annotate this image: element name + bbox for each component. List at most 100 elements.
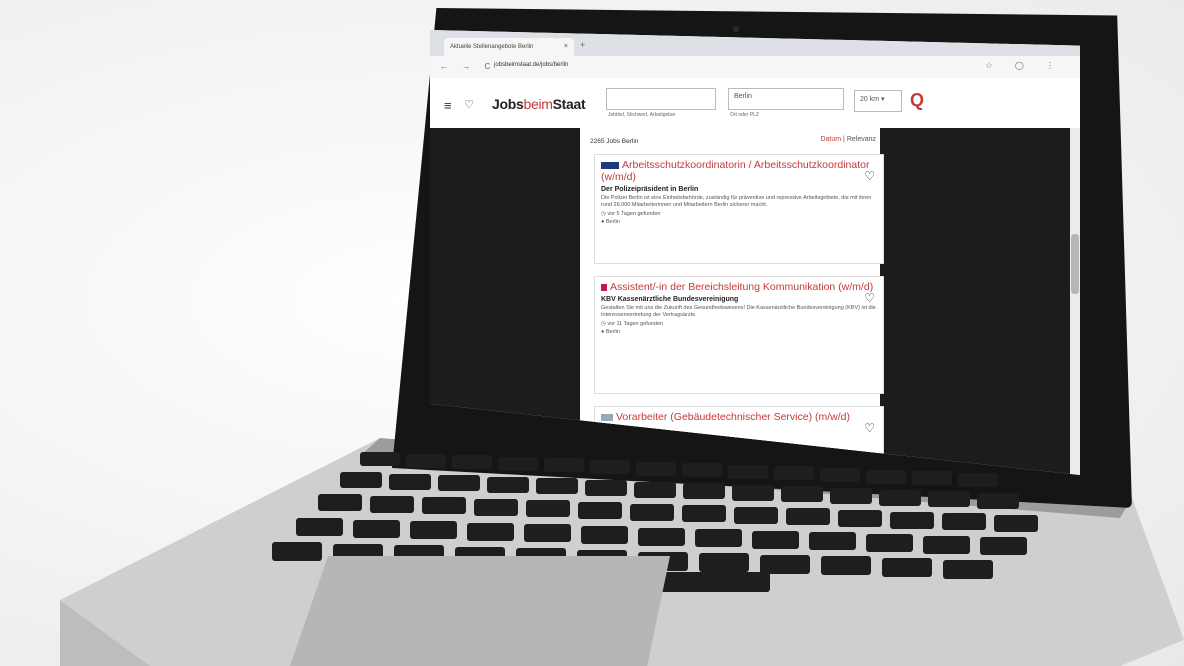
keyboard-key [728,464,768,479]
keyboard-key [452,455,492,470]
job-card[interactable]: ♡ Arbeitsschutzkoordinatorin / Arbeitssc… [594,154,884,264]
keyboard-key [487,476,529,493]
trackpad [290,556,670,666]
keyboard-key [809,532,856,551]
keyboard-key [890,511,934,529]
employer-logo-icon [601,161,619,169]
search-where-input[interactable]: Berlin [728,88,844,110]
keyboard-key [699,553,749,573]
browser-menu-icons[interactable]: ☆ ◯ ⋮ [985,61,1064,70]
job-employer: KBV Kassenärztliche Bundesvereinigung [601,296,739,303]
keyboard-key [578,502,622,519]
navigation-icons[interactable]: ← → C [440,62,496,71]
keyboard-key [340,472,382,488]
keyboard-key [630,503,674,521]
keyboard-key [590,460,630,474]
job-title[interactable]: Arbeitsschutzkoordinatorin / Arbeitsschu… [601,159,877,183]
browser-tab[interactable]: Aktuelle Stellenangebote Berlin × [444,38,574,56]
keyboard-key [406,453,446,468]
search-what-hint: Jobtitel, Stichwort, Arbeitgeber [608,112,676,118]
job-location: ● Berlin [601,329,620,335]
job-title-text: Vorarbeiter (Gebäudetechnischer Service)… [616,411,851,423]
job-location: ● Berlin [601,219,620,225]
laptop-screen: Aktuelle Stellenangebote Berlin × + — ▢ … [430,30,1080,475]
keyboard-key [786,508,830,526]
search-what-input[interactable] [606,88,716,110]
favorite-heart-icon[interactable]: ♡ [864,291,875,305]
job-title[interactable]: Vorarbeiter (Gebäudetechnischer Service)… [601,411,877,423]
job-age: ◷ vor 5 Tagen gefunden [601,211,661,217]
keyboard-key [467,522,514,541]
job-description: Die Polizei Berlin ist eine Einheitsbehö… [601,195,872,208]
browser-toolbar: ← → C jobsbeimstaat.de/jobs/berlin ☆ ◯ ⋮ [430,56,1080,79]
site-header: ≡ ♡ JobsbeimStaat Jobtitel, Stichwort, A… [430,78,1080,128]
keyboard-key [752,530,799,549]
keyboard-key [774,466,814,481]
employer-logo-icon [601,413,613,421]
job-title-text: Arbeitsschutzkoordinatorin / Arbeitsschu… [601,159,870,183]
radius-value: 20 km [860,96,880,103]
webcam [733,26,739,32]
site-logo[interactable]: JobsbeimStaat [492,96,586,112]
keyboard-key [683,483,725,500]
new-tab-button[interactable]: + [580,40,585,50]
keyboard-key [695,529,742,548]
keyboard-key [536,478,578,495]
keyboard-key [422,497,466,515]
logo-jobs: Jobs [492,96,524,112]
keyboard-key [943,559,993,579]
tab-title: Aktuelle Stellenangebote Berlin [450,44,534,50]
sort-separator: | [843,136,845,143]
search-where-hint: Ort oder PLZ [730,112,759,118]
favorites-heart-icon[interactable]: ♡ [464,98,474,111]
scrollbar[interactable] [1070,128,1080,475]
logo-staat: Staat [552,96,586,112]
photo-scene: Aktuelle Stellenangebote Berlin × + — ▢ … [0,0,1184,666]
keyboard-key [994,514,1038,532]
close-icon[interactable]: × [564,38,568,56]
favorite-heart-icon[interactable]: ♡ [864,169,875,183]
keyboard-key [682,505,726,523]
job-age-text: vor 11 Tagen gefunden [607,321,664,327]
keyboard-key [882,558,932,577]
keyboard-key [634,481,676,498]
sort-date[interactable]: Datum [820,136,841,143]
search-icon[interactable]: Q [910,90,924,111]
keyboard-key [638,527,685,546]
right-margin [870,128,1070,475]
keyboard-key [682,463,722,478]
keyboard-key [866,534,913,552]
keyboard-key [272,542,322,561]
radius-select[interactable]: 20 km ▾ [854,90,902,112]
address-bar[interactable]: jobsbeimstaat.de/jobs/berlin [494,62,568,68]
keyboard-key [389,473,431,490]
scroll-thumb[interactable] [1071,234,1079,294]
job-age: ◷ vor 11 Tagen gefunden [601,321,664,327]
favorite-heart-icon[interactable]: ♡ [864,421,875,435]
keyboard-key [912,471,952,486]
result-count: 2265 Jobs Berlin [590,138,639,145]
keyboard-key [581,526,628,544]
keyboard-key [585,480,627,496]
menu-icon[interactable]: ≡ [444,98,452,113]
job-location-text: Berlin [605,329,620,335]
keyboard-key [296,518,343,536]
keyboard-key [474,498,518,516]
keyboard-key [526,500,570,518]
keyboard-key [866,469,906,484]
keyboard-key [838,510,882,527]
sort-options: Datum | Relevanz [820,136,876,143]
keyboard-key [636,461,676,476]
logo-beim: beim [523,96,553,112]
job-title[interactable]: Assistent/-in der Bereichsleitung Kommun… [601,281,877,293]
sort-relevance[interactable]: Relevanz [847,136,876,143]
job-location-text: Berlin [605,219,620,225]
keyboard-key [353,519,400,538]
keyboard-key [821,556,871,576]
keyboard-key [734,506,778,524]
keyboard-key [980,537,1027,556]
keyboard-key [524,524,571,543]
employer-logo-icon [601,283,607,291]
job-card[interactable]: ♡ Assistent/-in der Bereichsleitung Komm… [594,276,884,394]
keyboard-key [958,472,998,487]
